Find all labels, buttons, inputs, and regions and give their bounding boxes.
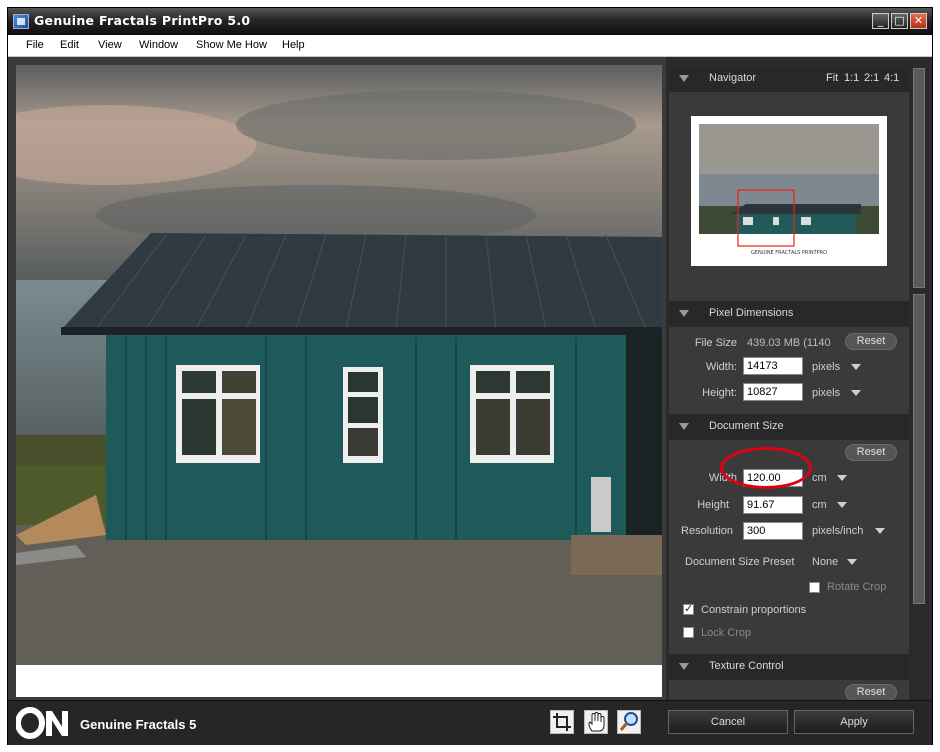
pixel-height-label: Height: bbox=[702, 387, 737, 399]
window-title: Genuine Fractals PrintPro 5.0 bbox=[34, 13, 251, 28]
onone-logo bbox=[15, 707, 76, 739]
constrain-proportions-checkbox[interactable] bbox=[683, 602, 694, 615]
resolution-label: Resolution bbox=[681, 525, 733, 537]
pixel-width-unit[interactable]: pixels bbox=[812, 361, 840, 373]
preset-label: Document Size Preset bbox=[685, 556, 795, 568]
pixel-dimensions-header[interactable]: Pixel Dimensions bbox=[669, 301, 909, 327]
minimize-button[interactable]: _ bbox=[872, 13, 889, 29]
rotate-crop-label: Rotate Crop bbox=[827, 581, 887, 593]
menu-bar: File Edit View Window Show Me How Help bbox=[8, 35, 932, 57]
chevron-down-icon[interactable] bbox=[837, 475, 847, 481]
app-window: Genuine Fractals PrintPro 5.0 _ □ ✕ File… bbox=[7, 7, 933, 745]
texture-control-title: Texture Control bbox=[709, 660, 784, 672]
preview-image[interactable] bbox=[16, 65, 662, 665]
navigator-thumbnail[interactable]: GENUINE FRACTALS PRINTPRO bbox=[691, 116, 887, 266]
image-canvas[interactable] bbox=[8, 57, 666, 700]
document-size-title: Document Size bbox=[709, 420, 784, 432]
pixel-height-unit[interactable]: pixels bbox=[812, 387, 840, 399]
document-size-header[interactable]: Document Size bbox=[669, 414, 909, 440]
canvas-margin bbox=[16, 665, 662, 697]
collapse-triangle-icon[interactable] bbox=[679, 310, 689, 317]
zoom-fit[interactable]: Fit bbox=[826, 72, 838, 84]
constrain-proportions-label: Constrain proportions bbox=[701, 604, 807, 616]
lock-crop-checkbox[interactable] bbox=[683, 627, 694, 638]
zoom-4-1[interactable]: 4:1 bbox=[884, 72, 899, 84]
file-size-label: File Size bbox=[694, 337, 737, 349]
collapse-triangle-icon[interactable] bbox=[679, 75, 689, 82]
chevron-down-icon[interactable] bbox=[851, 364, 861, 370]
pixel-width-field[interactable]: 14173 bbox=[743, 357, 803, 375]
scrollbar-thumb-upper[interactable] bbox=[913, 68, 925, 288]
zoom-tool-button[interactable] bbox=[617, 710, 641, 734]
magnifier-icon bbox=[619, 712, 638, 731]
doc-height-unit[interactable]: cm bbox=[812, 499, 827, 511]
doc-width-unit[interactable]: cm bbox=[812, 472, 827, 484]
close-button[interactable]: ✕ bbox=[910, 13, 927, 29]
chevron-down-icon[interactable] bbox=[851, 390, 861, 396]
menu-help[interactable]: Help bbox=[282, 39, 305, 51]
collapse-triangle-icon[interactable] bbox=[679, 423, 689, 430]
lock-crop-label: Lock Crop bbox=[701, 627, 752, 639]
crop-tool-button[interactable] bbox=[550, 710, 574, 734]
bottom-bar: Genuine Fractals 5 Cancel Apply bbox=[8, 700, 932, 745]
scrollbar-thumb[interactable] bbox=[913, 294, 925, 604]
file-size-value: 439.03 MB (1140 bbox=[747, 337, 831, 349]
doc-height-field[interactable]: 91.67 bbox=[743, 496, 803, 514]
menu-file[interactable]: File bbox=[26, 39, 44, 51]
navigator-body: GENUINE FRACTALS PRINTPRO bbox=[669, 92, 909, 292]
menu-window[interactable]: Window bbox=[139, 39, 178, 51]
pixel-dimensions-title: Pixel Dimensions bbox=[709, 307, 794, 319]
menu-edit[interactable]: Edit bbox=[60, 39, 79, 51]
preset-select[interactable]: None bbox=[812, 556, 838, 568]
texture-reset-button[interactable]: Reset bbox=[845, 684, 897, 701]
chevron-down-icon[interactable] bbox=[837, 502, 847, 508]
apply-button[interactable]: Apply bbox=[794, 710, 914, 734]
app-icon bbox=[13, 14, 29, 29]
navigator-header[interactable]: Navigator Fit 1:1 2:1 4:1 bbox=[669, 66, 909, 92]
hand-icon bbox=[588, 712, 605, 732]
menu-show-me-how[interactable]: Show Me How bbox=[196, 39, 267, 51]
cancel-button[interactable]: Cancel bbox=[668, 710, 788, 734]
settings-panel: Navigator Fit 1:1 2:1 4:1 GENUINE FRACTA… bbox=[669, 66, 909, 701]
maximize-button[interactable]: □ bbox=[891, 13, 908, 29]
menu-view[interactable]: View bbox=[98, 39, 122, 51]
resolution-unit[interactable]: pixels/inch bbox=[812, 525, 863, 537]
rotate-crop-checkbox[interactable] bbox=[809, 582, 820, 593]
navigator-title: Navigator bbox=[709, 72, 757, 84]
zoom-1-1[interactable]: 1:1 bbox=[844, 72, 859, 84]
crop-icon bbox=[553, 713, 571, 731]
document-reset-button[interactable]: Reset bbox=[845, 444, 897, 461]
doc-height-label: Height bbox=[697, 499, 729, 511]
thumbnail-caption: GENUINE FRACTALS PRINTPRO bbox=[750, 250, 828, 256]
panel-scrollbar[interactable] bbox=[910, 66, 928, 700]
title-bar: Genuine Fractals PrintPro 5.0 _ □ ✕ bbox=[8, 8, 932, 35]
hand-tool-button[interactable] bbox=[584, 710, 608, 734]
pixel-width-label: Width: bbox=[705, 361, 737, 373]
texture-control-header[interactable]: Texture Control bbox=[669, 654, 909, 680]
annotation-circle bbox=[720, 447, 812, 489]
pixel-reset-button[interactable]: Reset bbox=[845, 333, 897, 350]
pixel-dimensions-body: File Size 439.03 MB (1140 Reset Width: 1… bbox=[669, 327, 909, 413]
chevron-down-icon[interactable] bbox=[875, 528, 885, 534]
collapse-triangle-icon[interactable] bbox=[679, 663, 689, 670]
product-name: Genuine Fractals 5 bbox=[80, 717, 197, 732]
pixel-height-field[interactable]: 10827 bbox=[743, 383, 803, 401]
resolution-field[interactable]: 300 bbox=[743, 522, 803, 540]
zoom-2-1[interactable]: 2:1 bbox=[864, 72, 879, 84]
texture-control-body: Reset bbox=[669, 680, 909, 701]
chevron-down-icon[interactable] bbox=[847, 559, 857, 565]
